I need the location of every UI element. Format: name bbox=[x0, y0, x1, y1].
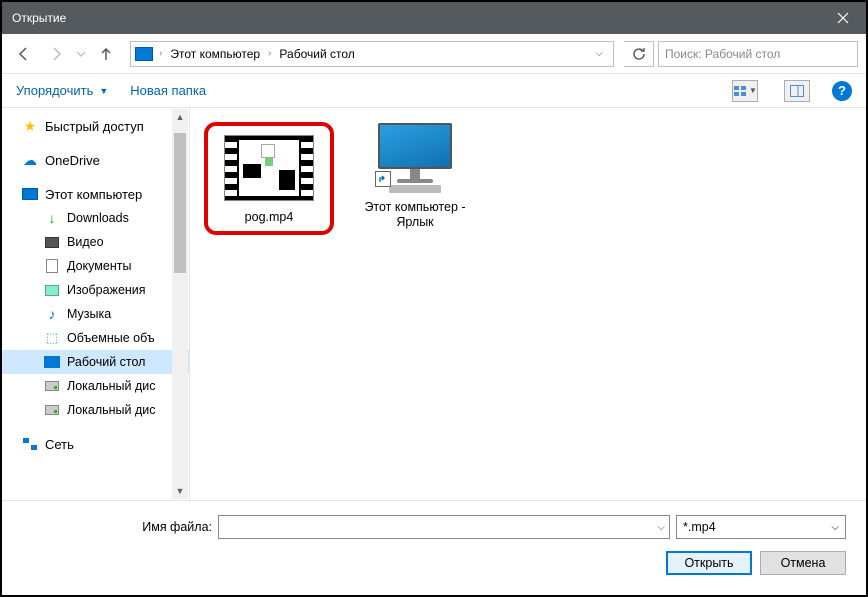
arrow-left-icon bbox=[16, 46, 32, 62]
star-icon: ★ bbox=[22, 118, 38, 134]
file-item-pog-mp4[interactable]: pog.mp4 bbox=[214, 132, 324, 225]
sidebar-item-desktop[interactable]: Рабочий стол bbox=[2, 350, 189, 374]
pane-icon bbox=[790, 85, 804, 97]
filename-input[interactable]: ⌵ bbox=[218, 515, 670, 539]
new-folder-button[interactable]: Новая папка bbox=[130, 83, 206, 98]
close-button[interactable] bbox=[820, 2, 866, 34]
preview-pane-button[interactable] bbox=[784, 80, 810, 102]
scroll-down-icon[interactable]: ▼ bbox=[172, 483, 188, 499]
up-button[interactable] bbox=[92, 40, 120, 68]
arrow-up-icon bbox=[98, 46, 114, 62]
help-icon: ? bbox=[838, 83, 846, 98]
view-mode-button[interactable]: ▼ bbox=[732, 80, 758, 102]
sidebar-item-quick-access[interactable]: ★Быстрый доступ bbox=[2, 114, 189, 138]
cancel-button[interactable]: Отмена bbox=[760, 551, 846, 575]
chevron-down-icon: ⌵ bbox=[831, 522, 839, 533]
filename-label: Имя файла: bbox=[132, 520, 212, 534]
back-button[interactable] bbox=[10, 40, 38, 68]
file-label: Этот компьютер - Ярлык bbox=[360, 200, 470, 230]
sidebar-item-downloads[interactable]: ↓Downloads bbox=[2, 206, 189, 230]
cube-icon: ⬚ bbox=[44, 330, 60, 346]
search-placeholder: Поиск: Рабочий стол bbox=[665, 47, 780, 61]
help-button[interactable]: ? bbox=[832, 81, 852, 101]
video-thumbnail bbox=[221, 132, 317, 204]
pc-icon bbox=[135, 47, 153, 61]
crumb-desktop[interactable]: Рабочий стол bbox=[275, 45, 358, 63]
scroll-thumb[interactable] bbox=[174, 133, 186, 273]
shortcut-overlay-icon bbox=[375, 171, 391, 187]
titlebar: Открытие bbox=[2, 2, 866, 34]
sidebar-item-documents[interactable]: Документы bbox=[2, 254, 189, 278]
chevron-down-icon: ▼ bbox=[99, 86, 108, 96]
shortcut-thumbnail bbox=[367, 122, 463, 194]
close-icon bbox=[837, 12, 849, 24]
sidebar-item-3d-objects[interactable]: ⬚Объемные объ bbox=[2, 326, 189, 350]
sidebar-item-pictures[interactable]: Изображения bbox=[2, 278, 189, 302]
video-icon bbox=[44, 234, 60, 250]
picture-icon bbox=[44, 282, 60, 298]
file-list: pog.mp4 Этот компьютер - Ярлык bbox=[190, 108, 866, 500]
sidebar-item-music[interactable]: ♪Музыка bbox=[2, 302, 189, 326]
window-title: Открытие bbox=[12, 11, 66, 25]
recent-dropdown[interactable] bbox=[74, 40, 88, 68]
search-input[interactable]: Поиск: Рабочий стол bbox=[658, 41, 858, 67]
drive-icon bbox=[44, 402, 60, 418]
sidebar-scrollbar[interactable]: ▲ ▼ bbox=[172, 109, 188, 499]
sidebar: ★Быстрый доступ ☁OneDrive Этот компьютер… bbox=[2, 108, 190, 500]
breadcrumb-dropdown[interactable]: ⌵ bbox=[595, 48, 609, 59]
toolbar: Упорядочить▼ Новая папка ▼ ? bbox=[2, 74, 866, 108]
nav-row: › Этот компьютер › Рабочий стол ⌵ Поиск:… bbox=[2, 34, 866, 74]
dialog-footer: Имя файла: ⌵ *.mp4 ⌵ Открыть Отмена bbox=[2, 500, 866, 591]
scroll-up-icon[interactable]: ▲ bbox=[172, 109, 188, 125]
network-icon bbox=[22, 436, 38, 452]
highlight-annotation: pog.mp4 bbox=[204, 122, 334, 235]
document-icon bbox=[44, 258, 60, 274]
sidebar-item-this-pc[interactable]: Этот компьютер bbox=[2, 182, 189, 206]
organize-button[interactable]: Упорядочить▼ bbox=[16, 83, 108, 98]
pc-icon bbox=[22, 186, 38, 202]
sidebar-item-onedrive[interactable]: ☁OneDrive bbox=[2, 148, 189, 172]
arrow-right-icon bbox=[48, 46, 64, 62]
file-item-this-pc-shortcut[interactable]: Этот компьютер - Ярлык bbox=[360, 122, 470, 230]
music-icon: ♪ bbox=[44, 306, 60, 322]
file-type-filter[interactable]: *.mp4 ⌵ bbox=[676, 515, 846, 539]
refresh-button[interactable] bbox=[624, 41, 654, 67]
sidebar-item-local-disk-1[interactable]: Локальный дис bbox=[2, 374, 189, 398]
open-button[interactable]: Открыть bbox=[666, 551, 752, 575]
drive-icon bbox=[44, 378, 60, 394]
file-label: pog.mp4 bbox=[245, 210, 294, 225]
download-icon: ↓ bbox=[44, 210, 60, 226]
chevron-down-icon[interactable]: ⌵ bbox=[657, 522, 665, 533]
sidebar-item-network[interactable]: Сеть bbox=[2, 432, 189, 456]
view-icon bbox=[733, 85, 747, 97]
chevron-down-icon bbox=[76, 49, 86, 59]
desktop-icon bbox=[44, 354, 60, 370]
crumb-this-pc[interactable]: Этот компьютер bbox=[166, 45, 264, 63]
refresh-icon bbox=[632, 47, 646, 61]
cloud-icon: ☁ bbox=[22, 152, 38, 168]
forward-button[interactable] bbox=[42, 40, 70, 68]
sidebar-item-videos[interactable]: Видео bbox=[2, 230, 189, 254]
sidebar-item-local-disk-2[interactable]: Локальный дис bbox=[2, 398, 189, 422]
breadcrumb[interactable]: › Этот компьютер › Рабочий стол ⌵ bbox=[130, 41, 614, 67]
chevron-right-icon: › bbox=[159, 48, 162, 59]
chevron-right-icon: › bbox=[268, 48, 271, 59]
